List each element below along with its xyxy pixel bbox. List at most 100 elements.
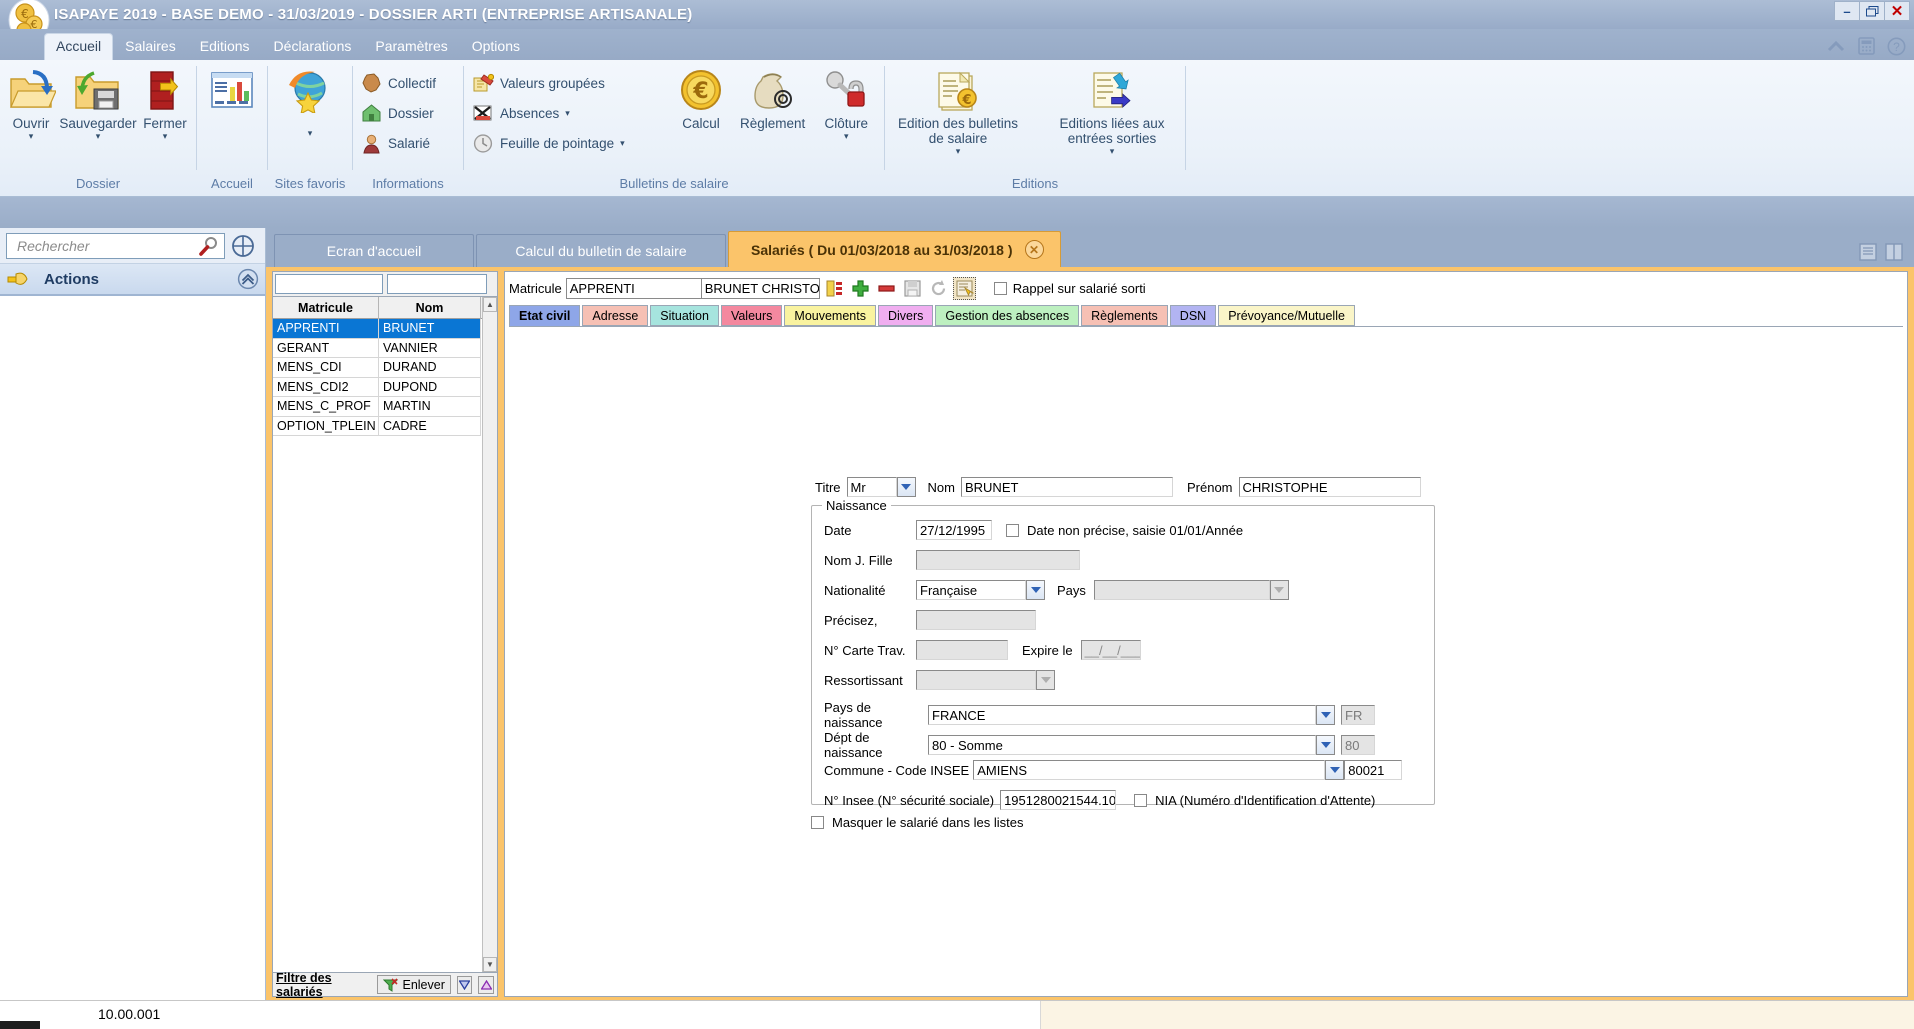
close-button[interactable]: ✕ <box>1884 1 1910 21</box>
nia-checkbox[interactable] <box>1134 793 1148 807</box>
ribbon-button-edition-bulletins[interactable]: € Edition des bulletins de salaire ▾ <box>888 66 1028 157</box>
enlever-button[interactable]: Enlever <box>377 975 451 994</box>
detail-view-button[interactable] <box>823 277 846 300</box>
ressortissant-input[interactable] <box>916 670 1036 690</box>
nationalite-input[interactable]: Française <box>916 580 1026 600</box>
search-employee-button[interactable] <box>952 276 976 300</box>
precisez-input[interactable] <box>916 610 1036 630</box>
pays-input[interactable] <box>1093 580 1270 600</box>
filtre-des-salaries-link[interactable]: Filtre des salariés <box>276 971 371 999</box>
masquer-checkbox[interactable] <box>811 816 824 829</box>
filter-nom-input[interactable] <box>387 274 487 294</box>
date-imprecise-checkbox[interactable] <box>1006 523 1019 537</box>
employee-name-input[interactable]: BRUNET CHRISTOPHE <box>701 277 820 299</box>
ressortissant-dropdown-button[interactable] <box>1036 670 1055 690</box>
ribbon-button-valeurs-groupees[interactable]: Valeurs groupées <box>472 70 658 96</box>
tab-prevoyance-mutuelle[interactable]: Prévoyance/Mutuelle <box>1218 305 1355 326</box>
tab-adresse[interactable]: Adresse <box>582 305 649 326</box>
table-row[interactable]: APPRENTI BRUNET <box>273 319 482 339</box>
table-row[interactable]: GERANT VANNIER <box>273 338 482 358</box>
scroll-down-button[interactable]: ▼ <box>483 957 497 972</box>
ribbon-button-ouvrir[interactable]: Ouvrir ▾ <box>0 66 62 142</box>
tab-situation[interactable]: Situation <box>650 305 719 326</box>
ribbon-button-collectif[interactable]: Collectif <box>361 70 436 96</box>
tab-dsn[interactable]: DSN <box>1169 305 1217 326</box>
prenom-input[interactable]: CHRISTOPHE <box>1238 477 1421 497</box>
sort-descending-button[interactable] <box>456 975 473 994</box>
sort-ascending-button[interactable] <box>478 975 494 994</box>
collapse-actions-icon[interactable] <box>237 268 259 290</box>
pays-naissance-dropdown-button[interactable] <box>1316 705 1335 725</box>
ribbon-button-salarie[interactable]: Salarié <box>361 130 436 156</box>
menu-item-declarations[interactable]: Déclarations <box>262 33 364 60</box>
checkbox-box[interactable] <box>993 281 1007 295</box>
chevron-down-icon[interactable]: ▾ <box>96 131 101 142</box>
delete-employee-button[interactable] <box>875 277 898 300</box>
table-row[interactable]: MENS_CDI DURAND <box>273 358 482 378</box>
menu-item-parametres[interactable]: Paramètres <box>363 33 459 60</box>
navigator-icon[interactable] <box>231 234 255 258</box>
restore-button[interactable] <box>1859 1 1885 21</box>
ribbon-button-calcul[interactable]: € Calcul <box>670 66 732 131</box>
tab-salaries[interactable]: Salariés ( Du 01/03/2018 au 31/03/2018 )… <box>728 231 1061 267</box>
insee-input[interactable]: 1951280021544.10 <box>1000 790 1117 810</box>
ribbon-button-cloture[interactable]: Clôture ▾ <box>813 66 879 142</box>
chevron-down-icon[interactable]: ▾ <box>1110 146 1115 157</box>
table-row[interactable]: OPTION_TPLEIN CADRE <box>273 416 482 436</box>
tab-ecran-accueil[interactable]: Ecran d'accueil <box>274 234 474 267</box>
calculator-icon[interactable] <box>1856 36 1876 56</box>
column-header-nom[interactable]: Nom <box>379 297 481 319</box>
actions-header[interactable]: Actions <box>0 264 265 296</box>
chevron-down-icon[interactable]: ▾ <box>565 108 570 119</box>
dept-naissance-input[interactable]: 80 - Somme <box>928 735 1316 755</box>
ribbon-button-editions-entrees-sorties[interactable]: Editions liées aux entrées sorties ▾ <box>1042 66 1182 157</box>
pays-dropdown-button[interactable] <box>1269 580 1289 600</box>
search-icon[interactable] <box>198 236 220 256</box>
chevron-down-icon[interactable]: ▾ <box>956 146 961 157</box>
table-row[interactable]: MENS_C_PROF MARTIN <box>273 397 482 417</box>
chevron-down-icon[interactable]: ▾ <box>29 131 34 142</box>
ribbon-button-accueil[interactable] <box>200 66 264 114</box>
tab-valeurs[interactable]: Valeurs <box>720 305 783 326</box>
ribbon-button-absences[interactable]: Absences ▾ <box>472 100 658 126</box>
save-button[interactable] <box>901 277 924 300</box>
ribbon-button-dossier[interactable]: Dossier <box>361 100 436 126</box>
menu-item-salaires[interactable]: Salaires <box>113 33 188 60</box>
nom-input[interactable]: BRUNET <box>960 477 1173 497</box>
menu-item-accueil[interactable]: Accueil <box>44 33 114 60</box>
dept-naissance-dropdown-button[interactable] <box>1316 735 1335 755</box>
titre-input[interactable]: Mr <box>846 477 897 497</box>
carte-trav-input[interactable] <box>916 640 1008 660</box>
matricule-input[interactable]: APPRENTI <box>565 277 702 299</box>
ribbon-button-feuille-pointage[interactable]: Feuille de pointage ▾ <box>472 130 658 156</box>
tab-etat-civil[interactable]: Etat civil <box>509 305 581 326</box>
pays-naissance-input[interactable]: FRANCE <box>928 705 1316 725</box>
commune-dropdown-button[interactable] <box>1325 760 1345 780</box>
chevron-down-icon[interactable]: ▾ <box>163 131 168 142</box>
commune-code-input[interactable]: 80021 <box>1344 760 1403 780</box>
column-header-matricule[interactable]: Matricule <box>273 297 379 319</box>
help-icon[interactable]: ? <box>1886 36 1906 56</box>
tab-gestion-des-absences[interactable]: Gestion des absences <box>935 305 1080 326</box>
single-pane-view-icon[interactable] <box>1858 243 1878 261</box>
table-row[interactable]: MENS_CDI2 DUPOND <box>273 377 482 397</box>
minimize-button[interactable]: – <box>1834 1 1860 21</box>
ribbon-button-reglement[interactable]: Règlement <box>732 66 813 131</box>
menu-item-editions[interactable]: Editions <box>188 33 262 60</box>
chevron-down-icon[interactable]: ▾ <box>844 131 849 142</box>
refresh-button[interactable] <box>927 277 950 300</box>
tab-calcul-bulletin[interactable]: Calcul du bulletin de salaire <box>476 234 726 267</box>
masquer-salarie-row[interactable]: Masquer le salarié dans les listes <box>811 815 1023 830</box>
tab-reglements[interactable]: Règlements <box>1081 305 1168 326</box>
add-employee-button[interactable] <box>849 277 872 300</box>
expire-input[interactable]: __/__/____ <box>1080 640 1141 660</box>
split-pane-view-icon[interactable] <box>1884 243 1904 261</box>
chevron-down-icon[interactable]: ▾ <box>308 128 313 139</box>
chevron-down-icon[interactable]: ▾ <box>620 138 625 149</box>
search-input[interactable]: Rechercher <box>6 232 225 259</box>
employee-list-scrollbar[interactable]: ▲ ▼ <box>482 297 497 972</box>
ribbon-button-fermer[interactable]: Fermer ▾ <box>134 66 196 142</box>
close-icon[interactable]: ✕ <box>1024 240 1044 259</box>
date-naissance-input[interactable]: 27/12/1995 <box>916 520 992 540</box>
ribbon-button-sauvegarder[interactable]: Sauvegarder ▾ <box>59 66 137 142</box>
